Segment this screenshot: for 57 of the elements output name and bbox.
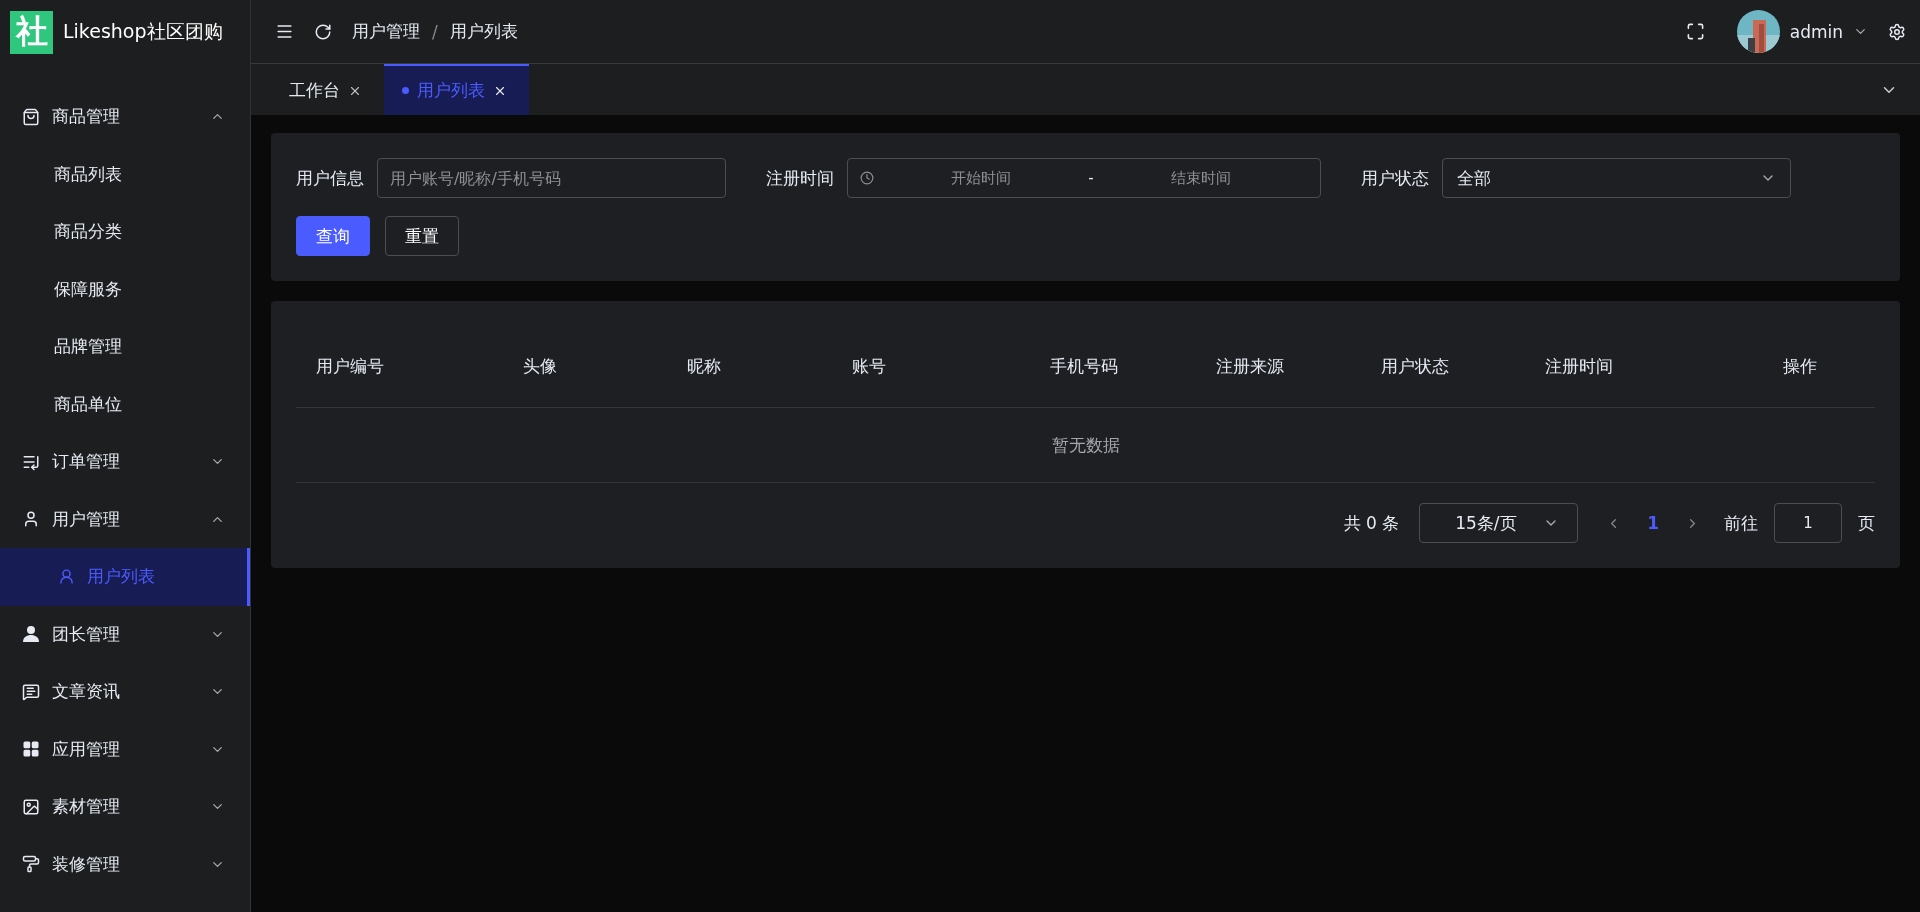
refresh-icon[interactable] (314, 22, 332, 41)
field-label: 注册时间 (766, 166, 834, 190)
field-label: 用户信息 (296, 166, 364, 190)
image-icon (22, 797, 40, 816)
menu-item[interactable]: 商品列表 (0, 145, 250, 203)
breadcrumb-item: 用户列表 (449, 20, 518, 43)
breadcrumb-separator: / (432, 21, 438, 42)
chat-icon (22, 682, 40, 701)
clock-icon (860, 171, 874, 185)
logo-mark: 社 (10, 10, 53, 54)
total-count: 共 0 条 (1343, 511, 1400, 535)
active-dot-icon (402, 87, 409, 94)
menu-icon[interactable] (275, 22, 294, 41)
user-name[interactable]: admin (1789, 21, 1843, 42)
select-field[interactable]: 全部 (1442, 158, 1791, 198)
user-icon (22, 510, 40, 529)
menu-item[interactable]: 保障服务 (0, 260, 250, 318)
menu-group[interactable]: 商品管理 (0, 88, 250, 146)
menu-group[interactable]: 文章资讯 (0, 663, 250, 721)
goto-label: 前往 (1724, 511, 1758, 535)
column-header: 用户状态 (1361, 326, 1525, 408)
paint-roller-icon (22, 855, 40, 874)
menu-group[interactable]: 团长管理 (0, 605, 250, 663)
fullscreen-icon[interactable] (1685, 22, 1705, 41)
page-size-select[interactable]: 15条/页 (1419, 503, 1579, 543)
shopping-bag-icon (22, 107, 40, 126)
column-header: 用户编号 (296, 326, 503, 408)
page-input[interactable]: 1 (1774, 503, 1842, 543)
search-button[interactable]: 查询 (296, 216, 370, 256)
menu-item[interactable]: 品牌管理 (0, 318, 250, 376)
field-label: 用户状态 (1361, 166, 1429, 190)
menu-group[interactable]: 装修管理 (0, 835, 250, 893)
date-range-field[interactable]: 开始时间 - 结束时间 (847, 158, 1321, 198)
user-icon (58, 568, 75, 586)
settings-icon[interactable] (1888, 22, 1906, 41)
breadcrumb-item[interactable]: 用户管理 (352, 20, 420, 43)
menu-group[interactable]: 应用管理 (0, 720, 250, 778)
column-header: 手机号码 (1030, 326, 1196, 408)
column-header: 头像 (503, 326, 667, 408)
column-header: 注册来源 (1196, 326, 1361, 408)
column-header: 昵称 (667, 326, 832, 408)
menu-group[interactable]: 用户管理 (0, 490, 250, 548)
page-unit: 页 (1858, 511, 1875, 535)
reset-button[interactable]: 重置 (385, 216, 459, 256)
person-icon (22, 625, 40, 644)
app-name: Likeshop社区团购 (63, 19, 223, 44)
column-header: 注册时间 (1525, 326, 1725, 408)
tab[interactable]: 工作台 (275, 64, 384, 115)
empty-message: 暂无数据 (296, 408, 1875, 483)
menu-item[interactable]: 商品分类 (0, 203, 250, 261)
menu-group[interactable]: 订单管理 (0, 433, 250, 491)
input-field[interactable]: 用户账号/昵称/手机号码 (377, 158, 726, 198)
grid-icon (22, 740, 40, 759)
menu-group[interactable]: 素材管理 (0, 778, 250, 836)
menu-item[interactable]: 商品单位 (0, 375, 250, 433)
column-header: 操作 (1725, 326, 1875, 408)
column-header: 账号 (832, 326, 1030, 408)
